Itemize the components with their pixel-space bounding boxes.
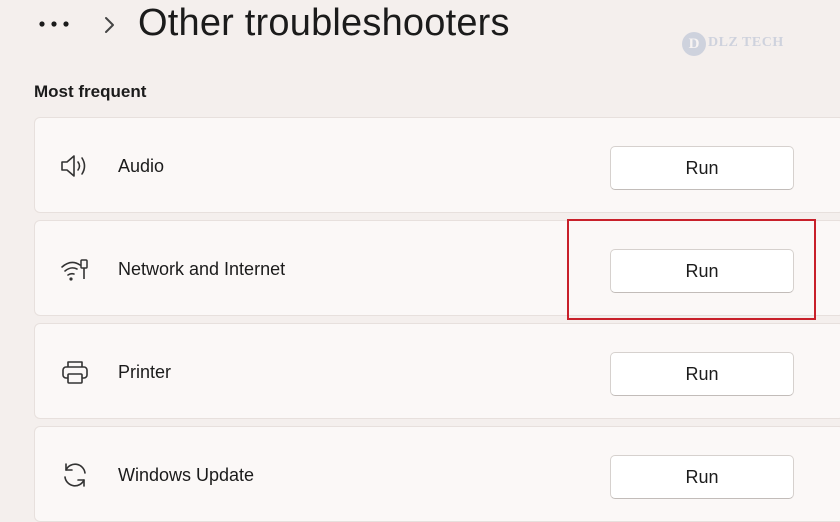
troubleshooter-label: Audio xyxy=(118,156,165,176)
printer-icon xyxy=(62,361,88,384)
troubleshooter-label: Network and Internet xyxy=(118,259,286,279)
highlight-annotation xyxy=(567,219,816,320)
run-windows-update-button[interactable]: Run xyxy=(610,455,794,499)
troubleshooter-row-windows-update: Windows Update Run xyxy=(34,426,840,522)
more-horizontal-icon[interactable] xyxy=(38,8,74,36)
troubleshooter-label: Printer xyxy=(118,362,172,382)
refresh-icon xyxy=(64,463,86,487)
run-audio-button[interactable]: Run xyxy=(610,146,794,190)
run-printer-button[interactable]: Run xyxy=(610,352,794,396)
troubleshooter-row-printer: Printer Run xyxy=(34,323,840,419)
page-title: Other troubleshooters xyxy=(138,2,510,44)
network-icon xyxy=(61,259,88,281)
watermark-logo-mark: D xyxy=(682,32,706,56)
watermark-text: DLZ TECH xyxy=(708,35,784,50)
section-heading: Most frequent xyxy=(34,82,147,101)
chevron-right-icon xyxy=(105,17,114,33)
troubleshooter-label: Windows Update xyxy=(118,465,255,485)
troubleshooter-row-audio: Audio Run xyxy=(34,117,840,213)
speaker-icon xyxy=(61,155,86,177)
watermark-logo: D DLZ TECH xyxy=(676,30,798,58)
